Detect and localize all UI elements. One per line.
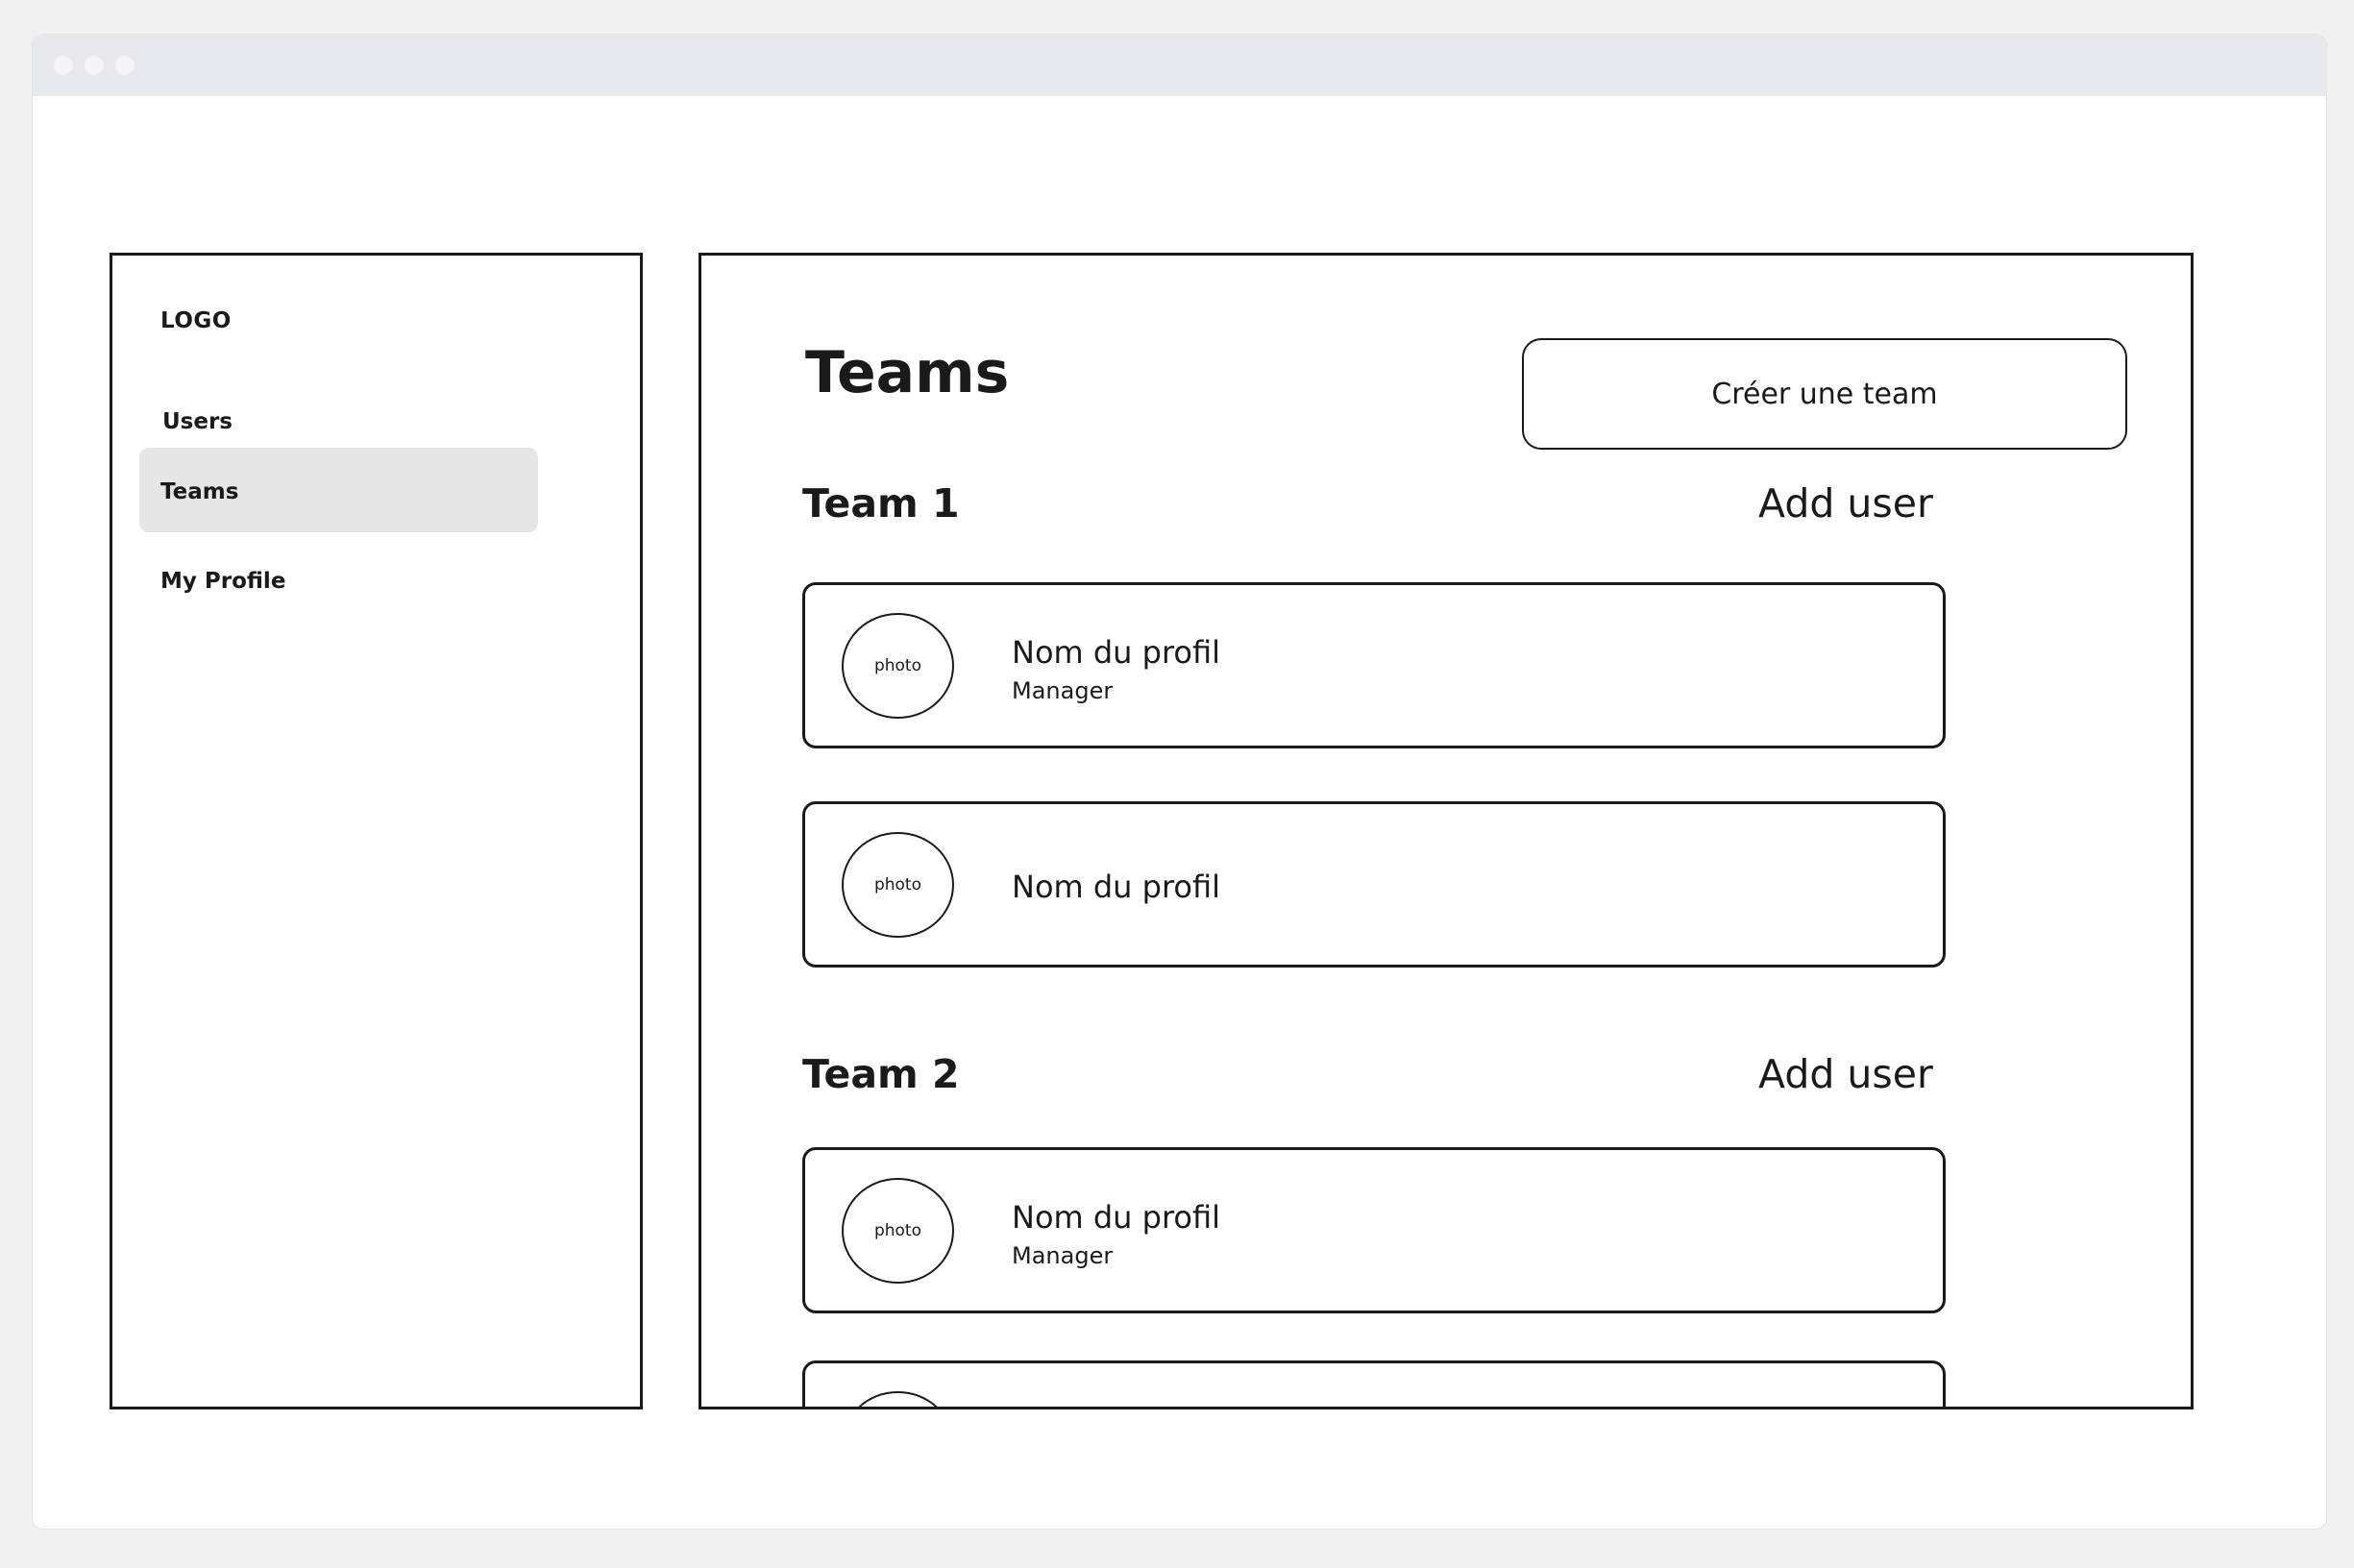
member-card[interactable]: photo Nom du profil Manager (802, 1147, 1946, 1313)
profile-role: Manager (1012, 1242, 1114, 1269)
team-title: Team 1 (802, 480, 960, 527)
avatar (842, 1391, 954, 1407)
window-minimize-dot[interactable] (85, 56, 104, 75)
member-card[interactable]: photo Nom du profil (802, 801, 1946, 968)
add-user-button[interactable]: Add user (1758, 1055, 1933, 1094)
window-titlebar (33, 35, 2326, 96)
add-user-button[interactable]: Add user (1758, 484, 1933, 524)
create-team-button[interactable]: Créer une team (1522, 338, 2127, 450)
avatar: photo (842, 613, 954, 719)
member-card[interactable] (802, 1360, 1946, 1407)
window-maximize-dot[interactable] (115, 56, 135, 75)
sidebar: LOGO Users Teams My Profile (110, 253, 643, 1409)
logo: LOGO (160, 308, 232, 333)
page-title: Teams (805, 339, 1010, 406)
profile-role: Manager (1012, 677, 1114, 704)
team-title: Team 2 (802, 1051, 960, 1097)
profile-name: Nom du profil (1012, 869, 1221, 905)
window-close-dot[interactable] (54, 56, 73, 75)
avatar: photo (842, 832, 954, 938)
member-card[interactable]: photo Nom du profil Manager (802, 582, 1946, 748)
main-panel: Teams Créer une team Team 1 Add user pho… (699, 253, 2194, 1409)
sidebar-item-teams[interactable]: Teams (160, 479, 238, 504)
profile-name: Nom du profil (1012, 1199, 1221, 1236)
avatar: photo (842, 1178, 954, 1284)
sidebar-item-my-profile[interactable]: My Profile (160, 569, 285, 594)
sidebar-item-users[interactable]: Users (162, 409, 233, 434)
profile-name: Nom du profil (1012, 634, 1221, 671)
